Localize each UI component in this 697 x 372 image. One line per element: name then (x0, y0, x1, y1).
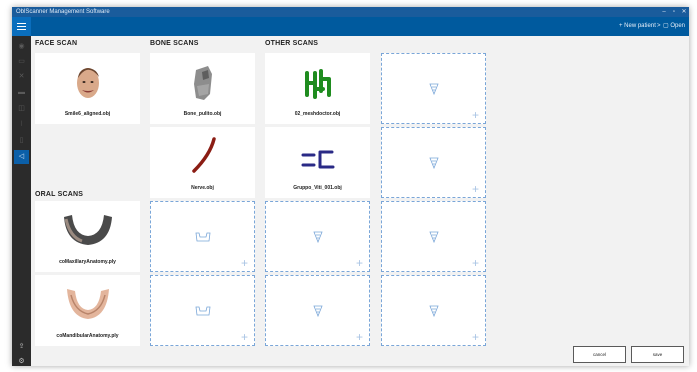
scan-filename: coMandibularAnatomy.ply (56, 333, 119, 339)
bone-scans-heading: BONE SCANS (150, 40, 199, 47)
hamburger-menu-icon[interactable] (12, 17, 31, 36)
screw-placeholder-icon (312, 305, 323, 317)
other-scans-heading: OTHER SCANS (265, 40, 319, 47)
empty-scan-slot[interactable]: + (265, 201, 370, 272)
mesh-thumbnail (304, 69, 331, 99)
screw-placeholder-icon (428, 157, 439, 169)
add-scan-icon[interactable]: + (356, 257, 363, 269)
add-scan-icon[interactable]: + (241, 257, 248, 269)
bone-placeholder-icon (195, 306, 210, 316)
screw-placeholder-icon (312, 231, 323, 243)
implant-icon[interactable]: ⦚ (14, 118, 29, 132)
scan-card-bone[interactable]: Bone_pulito.obj (150, 53, 255, 124)
maximize-icon[interactable]: ▫ (670, 7, 678, 17)
scan-card-nerve[interactable]: Nerve.obj (150, 127, 255, 198)
model-icon[interactable]: ◁ (14, 150, 29, 164)
empty-scan-slot[interactable]: + (265, 275, 370, 346)
empty-scan-slot[interactable]: + (381, 201, 486, 272)
settings-icon[interactable]: ⚙ (14, 355, 29, 366)
add-scan-icon[interactable]: + (472, 183, 479, 195)
scan-filename: 02_meshdoctor.obj (294, 111, 341, 117)
app-window: OblScanner Management Software – ▫ ✕ + N… (12, 7, 689, 366)
mandibular-thumbnail (66, 289, 109, 319)
add-scan-icon[interactable]: + (356, 331, 363, 343)
scan-filename: Gruppo_Viti_001.obj (293, 185, 342, 191)
scan-filename: coMaxillaryAnatomy.ply (59, 259, 116, 265)
screws-thumbnail (301, 150, 334, 169)
scan-filename: Bone_pulito.obj (183, 111, 222, 117)
scan-filename: Smile6_aligned.obj (64, 111, 111, 117)
maxillary-thumbnail (63, 215, 112, 245)
scan-card-mandibular[interactable]: coMandibularAnatomy.ply (35, 275, 140, 346)
new-patient-button[interactable]: + New patient (619, 17, 656, 36)
empty-scan-slot[interactable]: + (381, 127, 486, 198)
layers-icon[interactable]: ◫ (14, 102, 29, 116)
scan-card-screws[interactable]: Gruppo_Viti_001.obj (265, 127, 370, 198)
screw-placeholder-icon (428, 231, 439, 243)
folder-icon: ▢ (663, 23, 669, 29)
export-icon[interactable]: ⇪ (14, 340, 29, 354)
close-icon[interactable]: ✕ (680, 7, 688, 17)
scan-card-maxillary[interactable]: coMaxillaryAnatomy.ply (35, 201, 140, 272)
breadcrumb-separator: > (657, 23, 661, 29)
empty-scan-slot[interactable]: + (381, 53, 486, 124)
cancel-button[interactable]: cancel (573, 346, 626, 363)
add-scan-icon[interactable]: + (472, 257, 479, 269)
face-scan-heading: FACE SCAN (35, 40, 78, 47)
open-label: Open (670, 23, 686, 29)
save-button[interactable]: save (631, 346, 684, 363)
empty-scan-slot[interactable]: + (150, 201, 255, 272)
nerve-thumbnail (191, 137, 216, 173)
toolbar: + New patient > ▢ Open (12, 17, 689, 36)
add-scan-icon[interactable]: + (241, 331, 248, 343)
face-thumbnail (76, 68, 99, 98)
patient-icon[interactable]: ◉ (14, 40, 29, 54)
document-icon[interactable]: ▯ (14, 134, 29, 148)
measure-icon[interactable]: ▬ (14, 86, 29, 100)
scan-card-face[interactable]: Smile6_aligned.obj (35, 53, 140, 124)
add-scan-icon[interactable]: + (472, 331, 479, 343)
minimize-icon[interactable]: – (660, 7, 668, 17)
bone-thumbnail (193, 66, 212, 100)
scan-card-meshdoctor[interactable]: 02_meshdoctor.obj (265, 53, 370, 124)
bone-placeholder-icon (195, 232, 210, 242)
empty-scan-slot[interactable]: + (150, 275, 255, 346)
scan-filename: Nerve.obj (191, 185, 214, 191)
empty-scan-slot[interactable]: + (381, 275, 486, 346)
scan-icon[interactable]: ▭ (14, 55, 29, 69)
title-bar: OblScanner Management Software – ▫ ✕ (12, 7, 689, 17)
open-button[interactable]: ▢ Open (663, 17, 685, 36)
oral-scans-heading: ORAL SCANS (35, 191, 84, 198)
sidebar: ◉ ▭ ✕ ▬ ◫ ⦚ ▯ ◁ ⇪ ⚙ (12, 36, 31, 366)
add-scan-icon[interactable]: + (472, 109, 479, 121)
screw-placeholder-icon (428, 305, 439, 317)
screw-placeholder-icon (428, 83, 439, 95)
window-title: OblScanner Management Software (16, 9, 110, 15)
tools-icon[interactable]: ✕ (14, 70, 29, 84)
